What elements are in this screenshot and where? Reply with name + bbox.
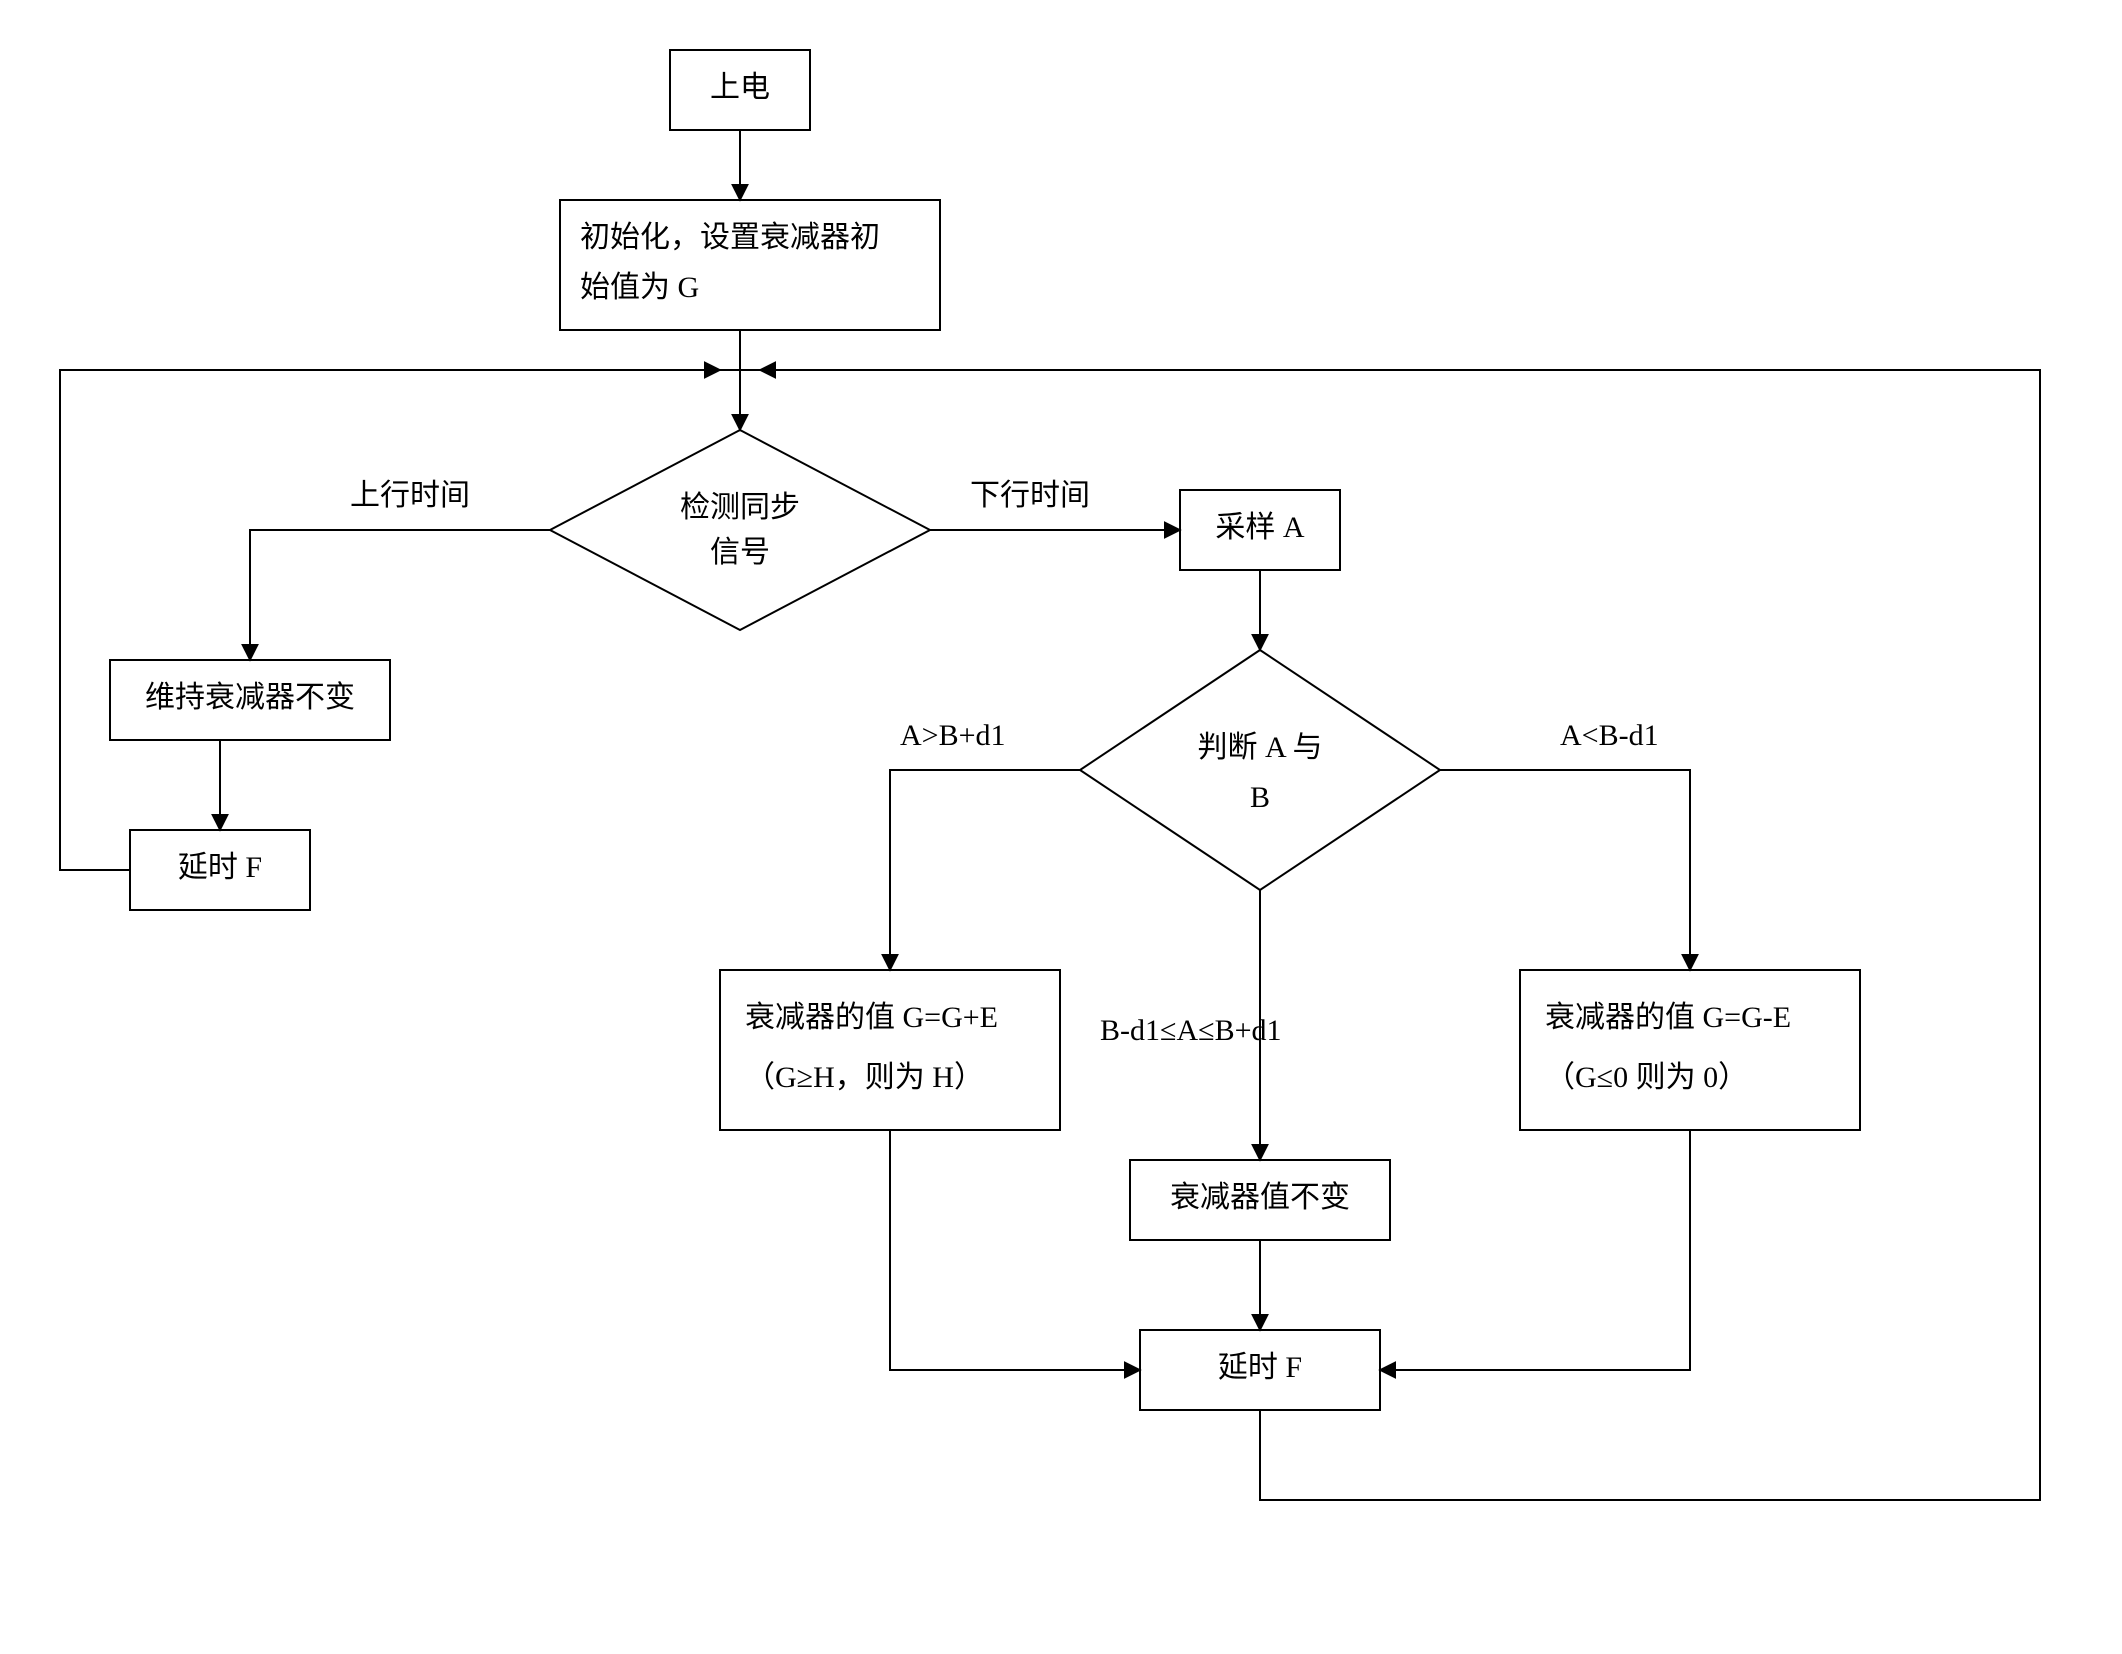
- edge-label-mid: B-d1≤A≤B+d1: [1100, 1014, 1282, 1047]
- same-label: 衰减器值不变: [1170, 1181, 1350, 1214]
- decr-line2: （G≤0 则为 0）: [1545, 1061, 1748, 1094]
- node-power-on: 上电: [670, 50, 810, 130]
- edge-label-down: 下行时间: [970, 479, 1090, 512]
- edge-incr-delay: [890, 1130, 1140, 1370]
- init-line1: 初始化，设置衰减器初: [580, 221, 880, 254]
- decr-line1: 衰减器的值 G=G-E: [1545, 1001, 1791, 1034]
- node-detect-sync: 检测同步 信号: [550, 430, 930, 630]
- sample-label: 采样 A: [1215, 511, 1305, 544]
- edge-judge-decr: [1440, 770, 1690, 970]
- edge-label-lt: A<B-d1: [1560, 719, 1659, 752]
- edge-label-up: 上行时间: [350, 479, 470, 512]
- keep-label: 维持衰减器不变: [145, 681, 355, 714]
- edge-detect-keep: [250, 530, 550, 660]
- node-increment-g: 衰减器的值 G=G+E （G≥H，则为 H）: [720, 970, 1060, 1130]
- incr-line1: 衰减器的值 G=G+E: [745, 1001, 998, 1034]
- edge-decr-delay: [1380, 1130, 1690, 1370]
- node-sample-a: 采样 A: [1180, 490, 1340, 570]
- edge-delayR-loop: [760, 370, 2040, 1500]
- node-keep-attenuator: 维持衰减器不变: [110, 660, 390, 740]
- merge-point: [720, 350, 760, 390]
- node-no-change: 衰减器值不变: [1130, 1160, 1390, 1240]
- delay-left-label: 延时 F: [178, 851, 262, 884]
- delay-right-label: 延时 F: [1218, 1351, 1302, 1384]
- judge-line1: 判断 A 与: [1197, 731, 1322, 764]
- judge-line2: B: [1250, 781, 1270, 814]
- edge-judge-incr: [890, 770, 1080, 970]
- detect-line2: 信号: [710, 536, 770, 569]
- power-on-label: 上电: [710, 71, 770, 104]
- init-line2: 始值为 G: [580, 271, 699, 304]
- edge-delayL-loop: [60, 370, 720, 870]
- node-delay-left: 延时 F: [130, 830, 310, 910]
- node-judge-ab: 判断 A 与 B: [1080, 650, 1440, 890]
- detect-line1: 检测同步: [680, 491, 800, 524]
- node-delay-right: 延时 F: [1140, 1330, 1380, 1410]
- edge-label-gt: A>B+d1: [900, 719, 1006, 752]
- node-decrement-g: 衰减器的值 G=G-E （G≤0 则为 0）: [1520, 970, 1860, 1130]
- incr-line2: （G≥H，则为 H）: [745, 1061, 984, 1094]
- node-init: 初始化，设置衰减器初 始值为 G: [560, 200, 940, 330]
